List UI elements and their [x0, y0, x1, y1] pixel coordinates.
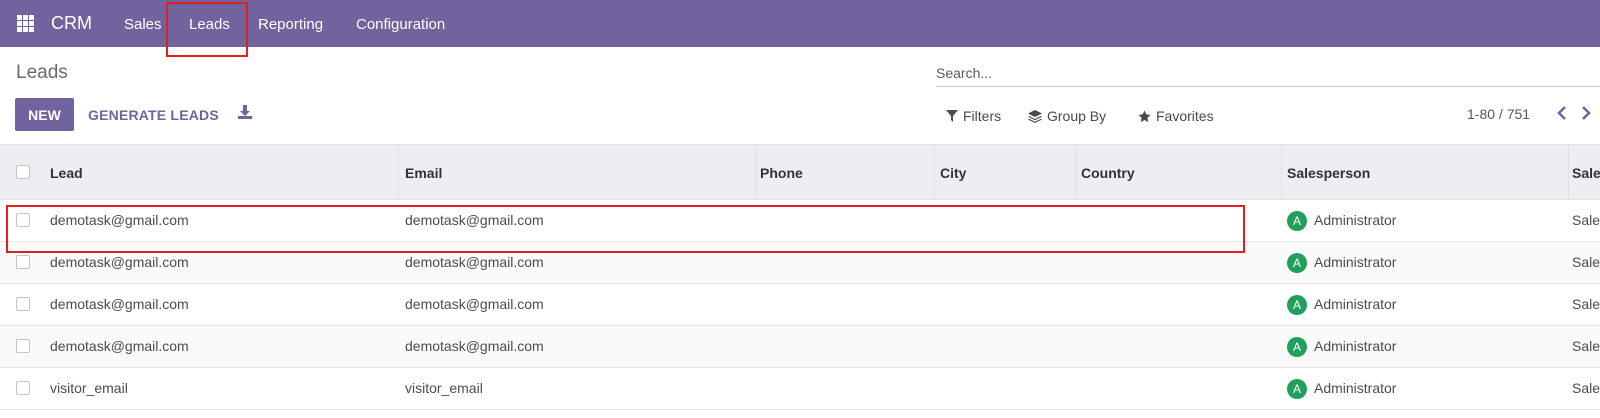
- lead-name: visitor_email: [50, 380, 128, 396]
- lead-email: visitor_email: [405, 380, 483, 396]
- column-separator[interactable]: [1281, 145, 1282, 201]
- leads-menu-highlight-box: [166, 2, 248, 57]
- avatar: A: [1287, 379, 1307, 399]
- salesperson-name: Administrator: [1314, 212, 1397, 228]
- lead-email: demotask@gmail.com: [405, 296, 544, 312]
- row-checkbox[interactable]: [16, 339, 30, 353]
- sales-team: Sales: [1572, 338, 1600, 354]
- lead-email: demotask@gmail.com: [405, 338, 544, 354]
- salesperson-name: Administrator: [1314, 338, 1397, 354]
- column-header-lead[interactable]: Lead: [50, 165, 83, 181]
- filters-button[interactable]: Filters: [946, 108, 1001, 124]
- lead-name: demotask@gmail.com: [50, 338, 189, 354]
- column-separator[interactable]: [1568, 145, 1569, 201]
- table-header: Lead Email Phone City Country Salesperso…: [0, 144, 1600, 201]
- row-checkbox[interactable]: [16, 255, 30, 269]
- column-header-country[interactable]: Country: [1081, 165, 1135, 181]
- column-separator[interactable]: [1075, 145, 1076, 201]
- column-header-email[interactable]: Email: [405, 165, 442, 181]
- salesperson-name: Administrator: [1314, 254, 1397, 270]
- column-separator[interactable]: [398, 145, 399, 201]
- column-separator[interactable]: [755, 145, 756, 201]
- sales-team: Sales: [1572, 254, 1600, 270]
- row-checkbox[interactable]: [16, 381, 30, 395]
- download-icon[interactable]: [238, 105, 252, 119]
- table-row[interactable]: demotask@gmail.com demotask@gmail.com A …: [0, 284, 1600, 326]
- avatar: A: [1287, 295, 1307, 315]
- favorites-label: Favorites: [1156, 108, 1214, 124]
- filters-label: Filters: [963, 108, 1002, 124]
- pager-value[interactable]: 1-80 / 751: [1467, 106, 1530, 122]
- nav-item-configuration[interactable]: Configuration: [356, 16, 445, 33]
- group-by-button[interactable]: Group By: [1028, 108, 1106, 124]
- column-separator[interactable]: [934, 145, 935, 201]
- row-checkbox[interactable]: [16, 297, 30, 311]
- sales-team: Sales: [1572, 296, 1600, 312]
- generate-leads-button[interactable]: GENERATE LEADS: [88, 107, 219, 123]
- column-header-salesperson[interactable]: Salesperson: [1287, 165, 1370, 181]
- table-row[interactable]: visitor_email visitor_email A Administra…: [0, 368, 1600, 410]
- nav-item-sales[interactable]: Sales: [124, 16, 162, 33]
- salesperson-name: Administrator: [1314, 296, 1397, 312]
- page-title: Leads: [16, 62, 68, 83]
- lead-name: demotask@gmail.com: [50, 296, 189, 312]
- column-header-city[interactable]: City: [940, 165, 966, 181]
- sales-team: Sales: [1572, 212, 1600, 228]
- search-input[interactable]: [936, 60, 1600, 87]
- nav-item-reporting[interactable]: Reporting: [258, 16, 323, 33]
- chevron-right-icon[interactable]: [1580, 105, 1592, 121]
- table-row[interactable]: demotask@gmail.com demotask@gmail.com A …: [0, 326, 1600, 368]
- favorites-button[interactable]: Favorites: [1138, 108, 1214, 124]
- column-header-sales-team[interactable]: Sales: [1572, 165, 1600, 181]
- lead-name: demotask@gmail.com: [50, 254, 189, 270]
- avatar: A: [1287, 211, 1307, 231]
- new-button[interactable]: NEW: [15, 98, 74, 131]
- avatar: A: [1287, 253, 1307, 273]
- salesperson-name: Administrator: [1314, 380, 1397, 396]
- lead-email: demotask@gmail.com: [405, 254, 544, 270]
- column-header-phone[interactable]: Phone: [760, 165, 803, 181]
- first-row-highlight-box: [6, 205, 1245, 253]
- chevron-left-icon[interactable]: [1556, 105, 1568, 121]
- filter-icon: [946, 110, 958, 122]
- select-all-checkbox[interactable]: [16, 165, 30, 179]
- sales-team: Sales: [1572, 380, 1600, 396]
- apps-menu-icon[interactable]: [17, 15, 34, 32]
- group-by-label: Group By: [1047, 108, 1107, 124]
- avatar: A: [1287, 337, 1307, 357]
- app-brand[interactable]: CRM: [51, 13, 92, 34]
- star-icon: [1138, 110, 1151, 122]
- layers-icon: [1028, 109, 1042, 123]
